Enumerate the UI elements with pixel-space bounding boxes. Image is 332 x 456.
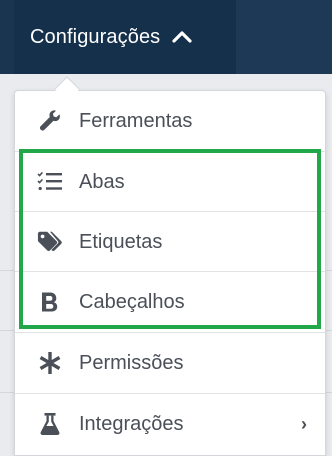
wrench-icon <box>37 108 63 134</box>
tags-icon <box>37 229 63 255</box>
screen: Configurações Ferramentas Abas Etiquetas… <box>0 0 332 456</box>
chevron-up-icon <box>172 29 194 45</box>
menu-item-etiquetas[interactable]: Etiquetas <box>15 212 325 272</box>
menu-item-label: Ferramentas <box>79 109 193 132</box>
chevron-right-icon: › <box>301 413 307 434</box>
menu-item-cabecalhos[interactable]: Cabeçalhos <box>15 272 325 332</box>
menu-item-label: Integrações <box>79 412 184 435</box>
settings-menu-button[interactable]: Configurações <box>14 0 236 74</box>
settings-dropdown-menu: Ferramentas Abas Etiquetas Cabeçalhos Pe… <box>14 90 326 456</box>
menu-item-label: Cabeçalhos <box>79 290 185 313</box>
navbar-right-area <box>236 0 332 74</box>
menu-item-label: Permissões <box>79 351 184 374</box>
checklist-icon <box>37 169 63 195</box>
menu-item-abas[interactable]: Abas <box>15 152 325 212</box>
menu-item-label: Abas <box>79 170 125 193</box>
bold-b-icon <box>37 289 63 315</box>
menu-item-label: Etiquetas <box>79 230 163 253</box>
menu-item-permissoes[interactable]: Permissões <box>15 333 325 393</box>
menu-item-ferramentas[interactable]: Ferramentas <box>15 91 325 151</box>
flask-icon <box>37 411 63 437</box>
settings-menu-label: Configurações <box>30 25 161 48</box>
menu-item-integracoes[interactable]: Integrações › <box>15 394 325 454</box>
asterisk-icon <box>37 350 63 376</box>
